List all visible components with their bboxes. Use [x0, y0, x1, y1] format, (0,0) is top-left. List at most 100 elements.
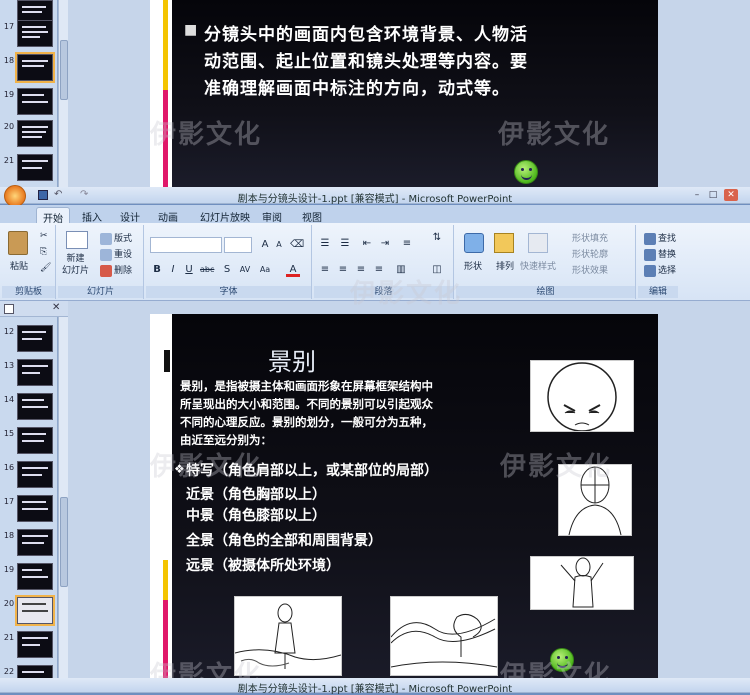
shot-type-item: 远景（被摄体所处环境）: [186, 558, 340, 574]
decrease-indent-icon[interactable]: ⇤: [360, 237, 374, 251]
thumbnail-slide[interactable]: 19: [2, 88, 56, 118]
new-slide-icon[interactable]: [66, 231, 88, 249]
replace-button[interactable]: 替换: [644, 247, 676, 261]
delete-button[interactable]: 删除: [100, 263, 132, 277]
paste-button[interactable]: 粘贴: [10, 259, 28, 272]
shape-fill-button[interactable]: 形状填充: [572, 231, 608, 244]
outline-pane-tabs: ✕: [0, 301, 68, 317]
shape-button[interactable]: 形状: [464, 259, 482, 272]
bold-icon[interactable]: B: [150, 263, 164, 277]
group-slides: 新建 幻灯片 版式 重设 删除 幻灯片: [58, 225, 144, 299]
thumbnail-slide[interactable]: 21: [2, 631, 56, 661]
delete-icon: [100, 264, 112, 277]
thumbnail-slide[interactable]: 15: [2, 427, 56, 457]
shrink-font-icon[interactable]: A: [272, 238, 286, 252]
bullet-line: 准确理解画面中标注的方向，动式等。: [204, 79, 510, 99]
watermark: 伊影文化: [500, 452, 613, 482]
font-size-combo[interactable]: [224, 237, 252, 253]
bullets-icon[interactable]: ☰: [318, 237, 332, 251]
clear-format-icon[interactable]: ⌫: [290, 238, 304, 252]
thumbnail-slide[interactable]: 17: [2, 20, 56, 50]
bullet-line: 分镜头中的画面内包含环境背景、人物活: [204, 25, 528, 45]
watermark: 伊影文化: [150, 120, 263, 150]
bottom-slide: 景别 景别，是指被摄主体和画面形象在屏幕框架结构中 所呈现出的大小和范围。不同的…: [172, 314, 658, 693]
thumbnail-slide-selected[interactable]: 20: [2, 595, 56, 627]
align-left-icon[interactable]: ≡: [318, 263, 332, 277]
full-figure-image: [530, 556, 634, 610]
copy-icon[interactable]: ⎘: [40, 247, 47, 257]
tab-view[interactable]: 视图: [296, 207, 328, 224]
thumbnail-slide[interactable]: 19: [2, 563, 56, 593]
tab-animation[interactable]: 动画: [152, 207, 184, 224]
top-slide: ■ 分镜头中的画面内包含环境背景、人物活 动范围、起止位置和镜头处理等内容。要 …: [172, 0, 658, 187]
top-thumbnail-pane: 17 18 19 20 21: [0, 0, 58, 187]
quick-style-icon[interactable]: [528, 233, 548, 253]
top-thumbnail-scrollbar[interactable]: [58, 0, 68, 187]
thumbnail-slide[interactable]: 21: [2, 154, 56, 184]
close-button[interactable]: ✕: [724, 189, 738, 201]
find-button[interactable]: 查找: [644, 231, 676, 245]
tab-design[interactable]: 设计: [114, 207, 146, 224]
case-icon[interactable]: Aa: [258, 263, 272, 277]
tab-insert[interactable]: 插入: [76, 207, 108, 224]
spacing-icon[interactable]: AV: [238, 263, 252, 277]
increase-indent-icon[interactable]: ⇥: [378, 237, 392, 251]
thumbnail-slide-selected[interactable]: 18: [2, 52, 56, 84]
closeup-face-image: [530, 360, 634, 432]
reset-button[interactable]: 重设: [100, 247, 132, 261]
new-slide-button[interactable]: 新建 幻灯片: [62, 253, 89, 277]
shadow-icon[interactable]: S: [220, 263, 234, 277]
paste-icon[interactable]: [8, 231, 28, 255]
smiley-icon: [514, 160, 538, 184]
find-icon: [644, 232, 656, 245]
ribbon-tabs: 开始 插入 设计 动画 幻灯片放映 审阅 视图: [0, 205, 750, 225]
layout-icon: [100, 232, 112, 245]
thumbnail-slide[interactable]: 17: [2, 495, 56, 525]
tab-home[interactable]: 开始: [36, 207, 70, 225]
underline-icon[interactable]: U: [182, 263, 196, 277]
shape-effect-button[interactable]: 形状效果: [572, 263, 608, 276]
group-clipboard: 粘贴 ✂ ⎘ 🖌 剪贴板: [2, 225, 56, 299]
bottom-thumbnail-scrollbar[interactable]: [58, 317, 68, 693]
font-color-icon[interactable]: A: [286, 263, 300, 277]
slide-title: 景别: [268, 348, 316, 376]
watermark: 伊影文化: [498, 120, 611, 150]
text-direction-icon[interactable]: ⇅: [430, 231, 444, 245]
thumbnail-slide[interactable]: 14: [2, 393, 56, 423]
bullet-line: 动范围、起止位置和镜头处理等内容。要: [204, 52, 528, 72]
arrange-button[interactable]: 排列: [496, 259, 514, 272]
thumbnail-slide[interactable]: 12: [2, 325, 56, 355]
maximize-button[interactable]: □: [706, 189, 720, 201]
layout-button[interactable]: 版式: [100, 231, 132, 245]
minimize-button[interactable]: –: [690, 189, 704, 201]
shot-type-item: 近景（角色胸部以上）: [186, 487, 326, 503]
grow-font-icon[interactable]: A: [258, 238, 272, 252]
line-spacing-icon[interactable]: ≡: [400, 237, 414, 251]
arrange-icon[interactable]: [494, 233, 514, 253]
thumbnail-slide[interactable]: 16: [2, 461, 56, 491]
italic-icon[interactable]: I: [166, 263, 180, 277]
pane-close-icon[interactable]: ✕: [52, 302, 60, 313]
thumbnail-slide[interactable]: 18: [2, 529, 56, 559]
group-drawing: 形状 排列 快速样式 形状填充 形状轮廓 形状效果 绘图: [456, 225, 636, 299]
font-name-combo[interactable]: [150, 237, 222, 253]
bottom-thumbnail-pane: 12 13 14 15 16 17 18 19 20 21 22: [0, 317, 58, 693]
slides-tab-icon[interactable]: [4, 304, 14, 314]
cut-icon[interactable]: ✂: [40, 231, 48, 241]
thumbnail-slide[interactable]: 20: [2, 120, 56, 150]
strikethrough-icon[interactable]: abc: [200, 263, 214, 277]
intro-line: 景别，是指被摄主体和画面形象在屏幕框架结构中: [180, 379, 433, 393]
group-editing: 查找 替换 选择 编辑: [638, 225, 748, 299]
tab-review[interactable]: 审阅: [256, 207, 288, 224]
format-painter-icon[interactable]: 🖌: [40, 263, 51, 273]
shot-type-item: 全景（角色的全部和周围背景）: [186, 533, 382, 549]
thumbnail-slide[interactable]: 13: [2, 359, 56, 389]
shape-outline-button[interactable]: 形状轮廓: [572, 247, 608, 260]
numbering-icon[interactable]: ☰: [338, 237, 352, 251]
align-center-icon[interactable]: ≡: [336, 263, 350, 277]
tab-slideshow[interactable]: 幻灯片放映: [194, 207, 256, 224]
quick-style-button[interactable]: 快速样式: [520, 259, 556, 272]
intro-line: 所呈现出的大小和范围。不同的景别可以引起观众: [180, 397, 433, 411]
select-button[interactable]: 选择: [644, 263, 676, 277]
shapes-icon[interactable]: [464, 233, 484, 253]
